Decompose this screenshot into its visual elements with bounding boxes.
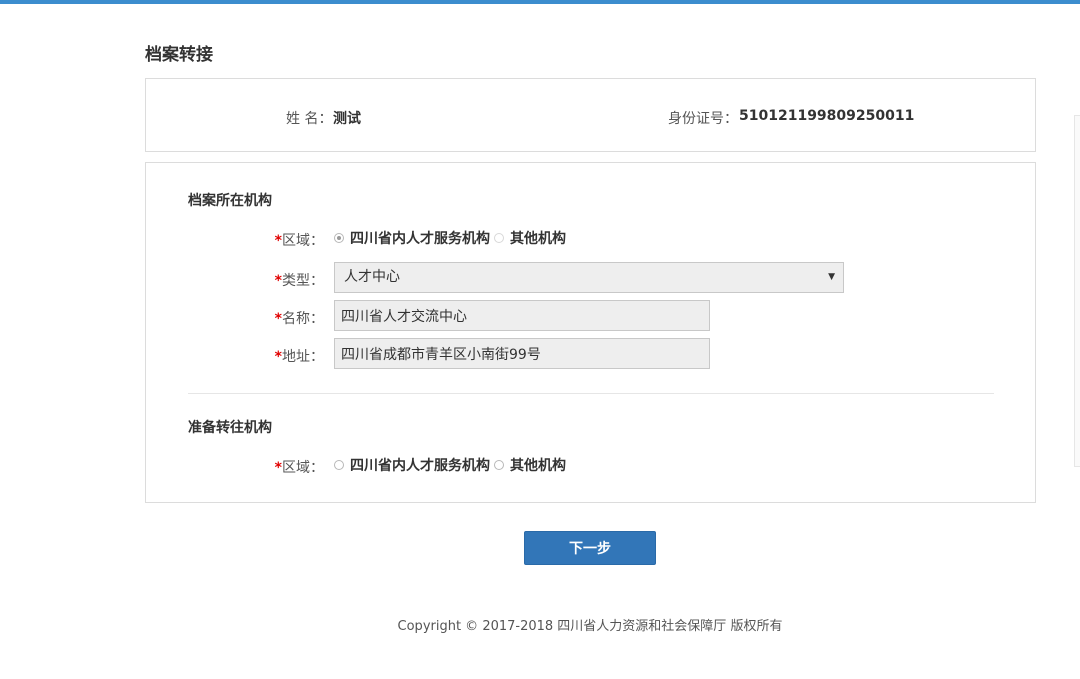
- target-region-radio-group: 四川省内人才服务机构 其他机构: [334, 455, 566, 475]
- org-address-label-text: 地址：: [282, 349, 324, 365]
- top-accent-bar: [0, 0, 1080, 4]
- org-name-label: *名称：: [264, 308, 324, 328]
- target-region-option-other-label[interactable]: 其他机构: [510, 455, 566, 475]
- target-region-radio-sichuan[interactable]: [334, 460, 344, 470]
- id-number-value: 510121199809250011: [739, 108, 915, 124]
- type-label-text: 类型：: [282, 273, 324, 289]
- target-region-option-sichuan-label[interactable]: 四川省内人才服务机构: [350, 455, 490, 475]
- section-divider: [188, 393, 994, 394]
- current-region-radio-group: 四川省内人才服务机构 其他机构: [334, 228, 566, 248]
- target-region-label: *区域：: [264, 457, 324, 477]
- type-label: *类型：: [264, 270, 324, 290]
- target-region-label-text: 区域：: [282, 460, 324, 476]
- name-label: 姓 名：: [286, 111, 333, 127]
- required-mark: *: [274, 311, 282, 327]
- current-region-label: *区域：: [264, 230, 324, 250]
- target-org-section-title: 准备转往机构: [188, 420, 272, 436]
- org-name-input[interactable]: [334, 300, 710, 331]
- target-region-radio-other[interactable]: [494, 460, 504, 470]
- required-mark: *: [274, 349, 282, 365]
- org-address-label: *地址：: [264, 346, 324, 366]
- id-number-label: 身份证号：: [668, 111, 738, 127]
- page-title: 档案转接: [145, 45, 213, 65]
- person-info-panel: 姓 名： 测试 身份证号： 510121199809250011: [145, 78, 1036, 152]
- current-region-radio-sichuan[interactable]: [334, 233, 344, 243]
- next-step-button[interactable]: 下一步: [524, 531, 656, 565]
- name-value: 测试: [333, 111, 361, 127]
- chevron-down-icon: ▼: [828, 272, 835, 282]
- org-name-label-text: 名称：: [282, 311, 324, 327]
- org-address-input[interactable]: [334, 338, 710, 369]
- current-region-radio-other[interactable]: [494, 233, 504, 243]
- transfer-form-panel: 档案所在机构 *区域： 四川省内人才服务机构 其他机构 *类型： 人才中心 ▼ …: [145, 162, 1036, 503]
- required-mark: *: [274, 273, 282, 289]
- required-mark: *: [274, 233, 282, 249]
- current-region-option-other-label[interactable]: 其他机构: [510, 228, 566, 248]
- current-region-option-sichuan-label[interactable]: 四川省内人才服务机构: [350, 228, 490, 248]
- current-org-section-title: 档案所在机构: [188, 193, 272, 209]
- footer-copyright: Copyright © 2017-2018 四川省人力资源和社会保障厅 版权所有: [397, 619, 783, 634]
- side-panel-edge: [1074, 115, 1080, 467]
- type-select[interactable]: 人才中心 ▼: [334, 262, 844, 293]
- type-select-value: 人才中心: [344, 269, 400, 285]
- current-region-label-text: 区域：: [282, 233, 324, 249]
- required-mark: *: [274, 460, 282, 476]
